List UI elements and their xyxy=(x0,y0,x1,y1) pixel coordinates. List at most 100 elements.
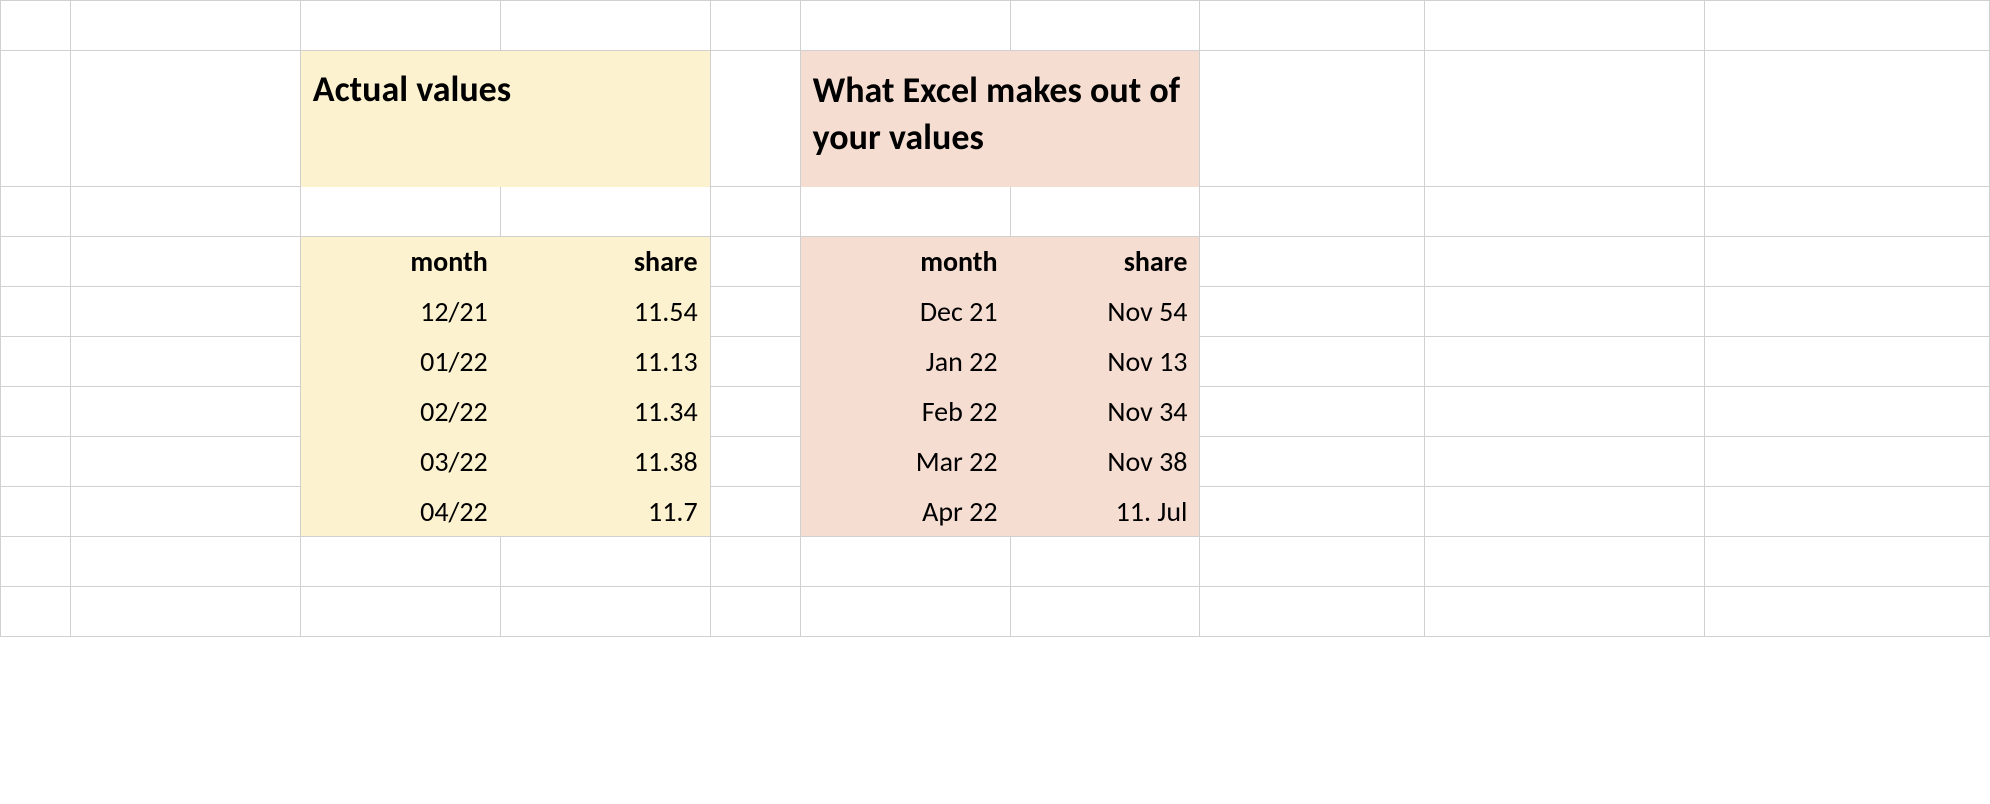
excel-month-cell[interactable]: Feb 22 xyxy=(800,387,1010,437)
cell[interactable] xyxy=(710,537,800,587)
cell[interactable] xyxy=(1705,187,1990,237)
cell[interactable] xyxy=(70,437,300,487)
grid-row[interactable]: 12/21 11.54 Dec 21 Nov 54 xyxy=(1,287,1990,337)
cell[interactable] xyxy=(1705,487,1990,537)
cell[interactable] xyxy=(300,587,500,637)
cell[interactable] xyxy=(1,537,71,587)
excel-month-cell[interactable]: Dec 21 xyxy=(800,287,1010,337)
header-actual-values[interactable]: Actual values xyxy=(300,51,710,187)
cell[interactable] xyxy=(1,387,71,437)
cell[interactable] xyxy=(800,187,1010,237)
cell[interactable] xyxy=(70,337,300,387)
grid-row[interactable] xyxy=(1,587,1990,637)
cell[interactable] xyxy=(300,187,500,237)
excel-col-share[interactable]: share xyxy=(1010,237,1200,287)
cell[interactable] xyxy=(1425,537,1705,587)
cell[interactable] xyxy=(710,437,800,487)
excel-month-cell[interactable]: Apr 22 xyxy=(800,487,1010,537)
cell[interactable] xyxy=(710,337,800,387)
cell[interactable] xyxy=(1,337,71,387)
cell[interactable] xyxy=(710,51,800,187)
spreadsheet-grid[interactable]: Actual values What Excel makes out of yo… xyxy=(0,0,1990,637)
header-excel-values[interactable]: What Excel makes out of your values xyxy=(800,51,1200,187)
cell[interactable] xyxy=(70,1,300,51)
actual-month-cell[interactable]: 12/21 xyxy=(300,287,500,337)
cell[interactable] xyxy=(710,287,800,337)
cell[interactable] xyxy=(70,51,300,187)
actual-col-month[interactable]: month xyxy=(300,237,500,287)
cell[interactable] xyxy=(1425,387,1705,437)
cell[interactable] xyxy=(1010,537,1200,587)
grid-row[interactable]: 04/22 11.7 Apr 22 11. Jul xyxy=(1,487,1990,537)
excel-share-cell[interactable]: 11. Jul xyxy=(1010,487,1200,537)
cell[interactable] xyxy=(1200,287,1425,337)
cell[interactable] xyxy=(1425,437,1705,487)
actual-month-cell[interactable]: 01/22 xyxy=(300,337,500,387)
cell[interactable] xyxy=(1705,387,1990,437)
cell[interactable] xyxy=(70,537,300,587)
excel-share-cell[interactable]: Nov 38 xyxy=(1010,437,1200,487)
cell[interactable] xyxy=(1425,1,1705,51)
cell[interactable] xyxy=(800,537,1010,587)
cell[interactable] xyxy=(1200,387,1425,437)
grid-row[interactable] xyxy=(1,1,1990,51)
actual-month-cell[interactable]: 04/22 xyxy=(300,487,500,537)
cell[interactable] xyxy=(1425,51,1705,187)
cell[interactable] xyxy=(300,1,500,51)
cell[interactable] xyxy=(1,51,71,187)
cell[interactable] xyxy=(1,287,71,337)
excel-share-cell[interactable]: Nov 13 xyxy=(1010,337,1200,387)
actual-share-cell[interactable]: 11.38 xyxy=(500,437,710,487)
cell[interactable] xyxy=(710,387,800,437)
cell[interactable] xyxy=(1200,1,1425,51)
cell[interactable] xyxy=(710,187,800,237)
grid-row[interactable] xyxy=(1,187,1990,237)
cell[interactable] xyxy=(500,187,710,237)
cell[interactable] xyxy=(710,587,800,637)
cell[interactable] xyxy=(500,587,710,637)
cell[interactable] xyxy=(800,1,1010,51)
cell[interactable] xyxy=(710,487,800,537)
actual-month-cell[interactable]: 03/22 xyxy=(300,437,500,487)
cell[interactable] xyxy=(70,487,300,537)
cell[interactable] xyxy=(1,487,71,537)
cell[interactable] xyxy=(1705,237,1990,287)
cell[interactable] xyxy=(1425,237,1705,287)
cell[interactable] xyxy=(1,587,71,637)
actual-month-cell[interactable]: 02/22 xyxy=(300,387,500,437)
grid-row[interactable]: 03/22 11.38 Mar 22 Nov 38 xyxy=(1,437,1990,487)
excel-share-cell[interactable]: Nov 54 xyxy=(1010,287,1200,337)
excel-col-month[interactable]: month xyxy=(800,237,1010,287)
cell[interactable] xyxy=(1425,287,1705,337)
cell[interactable] xyxy=(1010,1,1200,51)
grid-row[interactable] xyxy=(1,537,1990,587)
cell[interactable] xyxy=(500,1,710,51)
cell[interactable] xyxy=(1705,437,1990,487)
cell[interactable] xyxy=(710,237,800,287)
actual-share-cell[interactable]: 11.34 xyxy=(500,387,710,437)
cell[interactable] xyxy=(1425,337,1705,387)
grid-row[interactable]: 01/22 11.13 Jan 22 Nov 13 xyxy=(1,337,1990,387)
cell[interactable] xyxy=(1200,237,1425,287)
cell[interactable] xyxy=(1,237,71,287)
excel-month-cell[interactable]: Mar 22 xyxy=(800,437,1010,487)
actual-share-cell[interactable]: 11.13 xyxy=(500,337,710,387)
cell[interactable] xyxy=(1200,437,1425,487)
cell[interactable] xyxy=(1200,487,1425,537)
cell[interactable] xyxy=(1705,337,1990,387)
actual-share-cell[interactable]: 11.54 xyxy=(500,287,710,337)
cell[interactable] xyxy=(1705,1,1990,51)
cell[interactable] xyxy=(70,237,300,287)
cell[interactable] xyxy=(70,287,300,337)
cell[interactable] xyxy=(70,387,300,437)
cell[interactable] xyxy=(1705,537,1990,587)
cell[interactable] xyxy=(1705,287,1990,337)
spreadsheet-viewport[interactable]: Actual values What Excel makes out of yo… xyxy=(0,0,1990,804)
cell[interactable] xyxy=(1,437,71,487)
cell[interactable] xyxy=(1200,587,1425,637)
actual-share-cell[interactable]: 11.7 xyxy=(500,487,710,537)
cell[interactable] xyxy=(800,587,1010,637)
excel-share-cell[interactable]: Nov 34 xyxy=(1010,387,1200,437)
cell[interactable] xyxy=(70,187,300,237)
cell[interactable] xyxy=(1200,51,1425,187)
